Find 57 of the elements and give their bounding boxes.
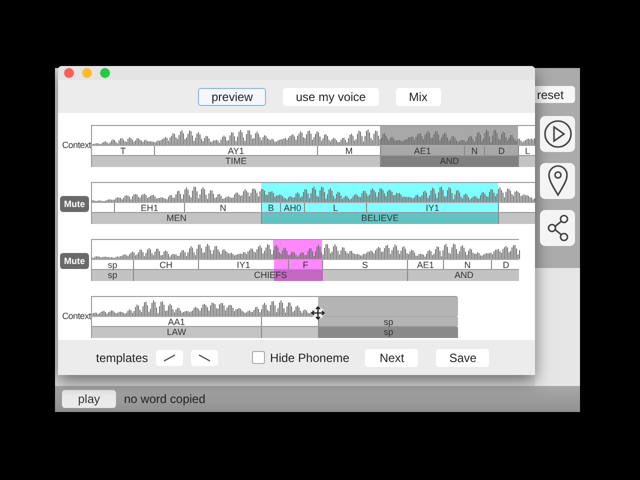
track-strip[interactable]: AA1 sp LAW sp [91, 296, 457, 338]
word-segment[interactable]: sp [318, 327, 458, 338]
word-segment[interactable]: sp [92, 270, 133, 281]
phoneme-segment[interactable]: F [288, 260, 322, 269]
reset-button[interactable]: reset [535, 86, 575, 103]
status-text: no word copied [124, 392, 206, 406]
phoneme-segment[interactable]: AE1 [407, 260, 443, 269]
phoneme-segment[interactable]: D [484, 146, 518, 155]
play-icon [542, 119, 572, 149]
minimize-button[interactable] [82, 68, 92, 78]
hide-phoneme-checkbox[interactable]: Hide Phoneme [252, 350, 350, 364]
phoneme-segment[interactable]: sp [92, 260, 133, 269]
map-pin-icon [546, 165, 568, 197]
templates-label: templates [96, 350, 148, 364]
template-button[interactable] [156, 350, 184, 366]
phoneme-segment[interactable]: N [464, 146, 484, 155]
word-segment[interactable]: MEN [92, 213, 261, 224]
share-button[interactable] [540, 210, 575, 246]
phoneme-segment[interactable]: EH1 [114, 203, 184, 212]
phoneme-segment[interactable]: AH0 [280, 203, 304, 212]
phoneme-segment[interactable]: B [261, 203, 280, 212]
zoom-button[interactable] [100, 68, 110, 78]
word-segment[interactable]: TIME [92, 156, 380, 167]
checkbox-icon[interactable] [252, 351, 266, 364]
phoneme-segment[interactable]: IY1 [366, 203, 498, 212]
phoneme-segment[interactable]: AY1 [154, 146, 317, 155]
play-button[interactable] [540, 116, 575, 152]
action-button[interactable]: Save [436, 348, 490, 366]
word-segment[interactable]: BELIEVE [261, 213, 498, 224]
phoneme-segment[interactable]: AA1 [92, 317, 261, 326]
track-strip[interactable]: T AY1 M AE1 N D L TIME AND [91, 125, 535, 167]
context-label: Context [62, 140, 91, 152]
phoneme-segment[interactable]: N [443, 260, 491, 269]
phoneme-segment[interactable]: AE1 [380, 146, 464, 155]
track-strip[interactable]: EH1 N B AH0 L IY1 MEN BELIEVE [91, 182, 535, 224]
mute-button[interactable]: Mute [60, 253, 89, 269]
share-icon [546, 214, 570, 242]
phoneme-segment[interactable]: IY1 [198, 260, 288, 269]
mute-button[interactable]: Mute [60, 196, 89, 212]
map-pin-button[interactable] [540, 163, 575, 199]
toolbar-button[interactable]: preview [198, 88, 266, 106]
toolbar-button[interactable]: use my voice [282, 88, 379, 106]
phoneme-segment[interactable]: sp [318, 317, 458, 326]
close-button[interactable] [64, 68, 74, 78]
template-button[interactable] [191, 350, 218, 366]
word-segment[interactable]: LAW [92, 327, 261, 338]
context-label: Context [62, 311, 91, 323]
word-segment[interactable]: AND [407, 270, 520, 281]
phoneme-segment[interactable]: S [322, 260, 407, 269]
phoneme-segment[interactable]: T [92, 146, 154, 155]
phoneme-segment[interactable]: D [491, 260, 520, 269]
play-button[interactable]: play [62, 390, 116, 408]
phoneme-segment[interactable]: L [518, 146, 535, 155]
toolbar-button[interactable]: Mix [396, 88, 441, 106]
action-button[interactable]: Next [365, 348, 418, 366]
phoneme-segment[interactable]: L [304, 203, 366, 212]
move-cursor-icon [311, 306, 325, 320]
